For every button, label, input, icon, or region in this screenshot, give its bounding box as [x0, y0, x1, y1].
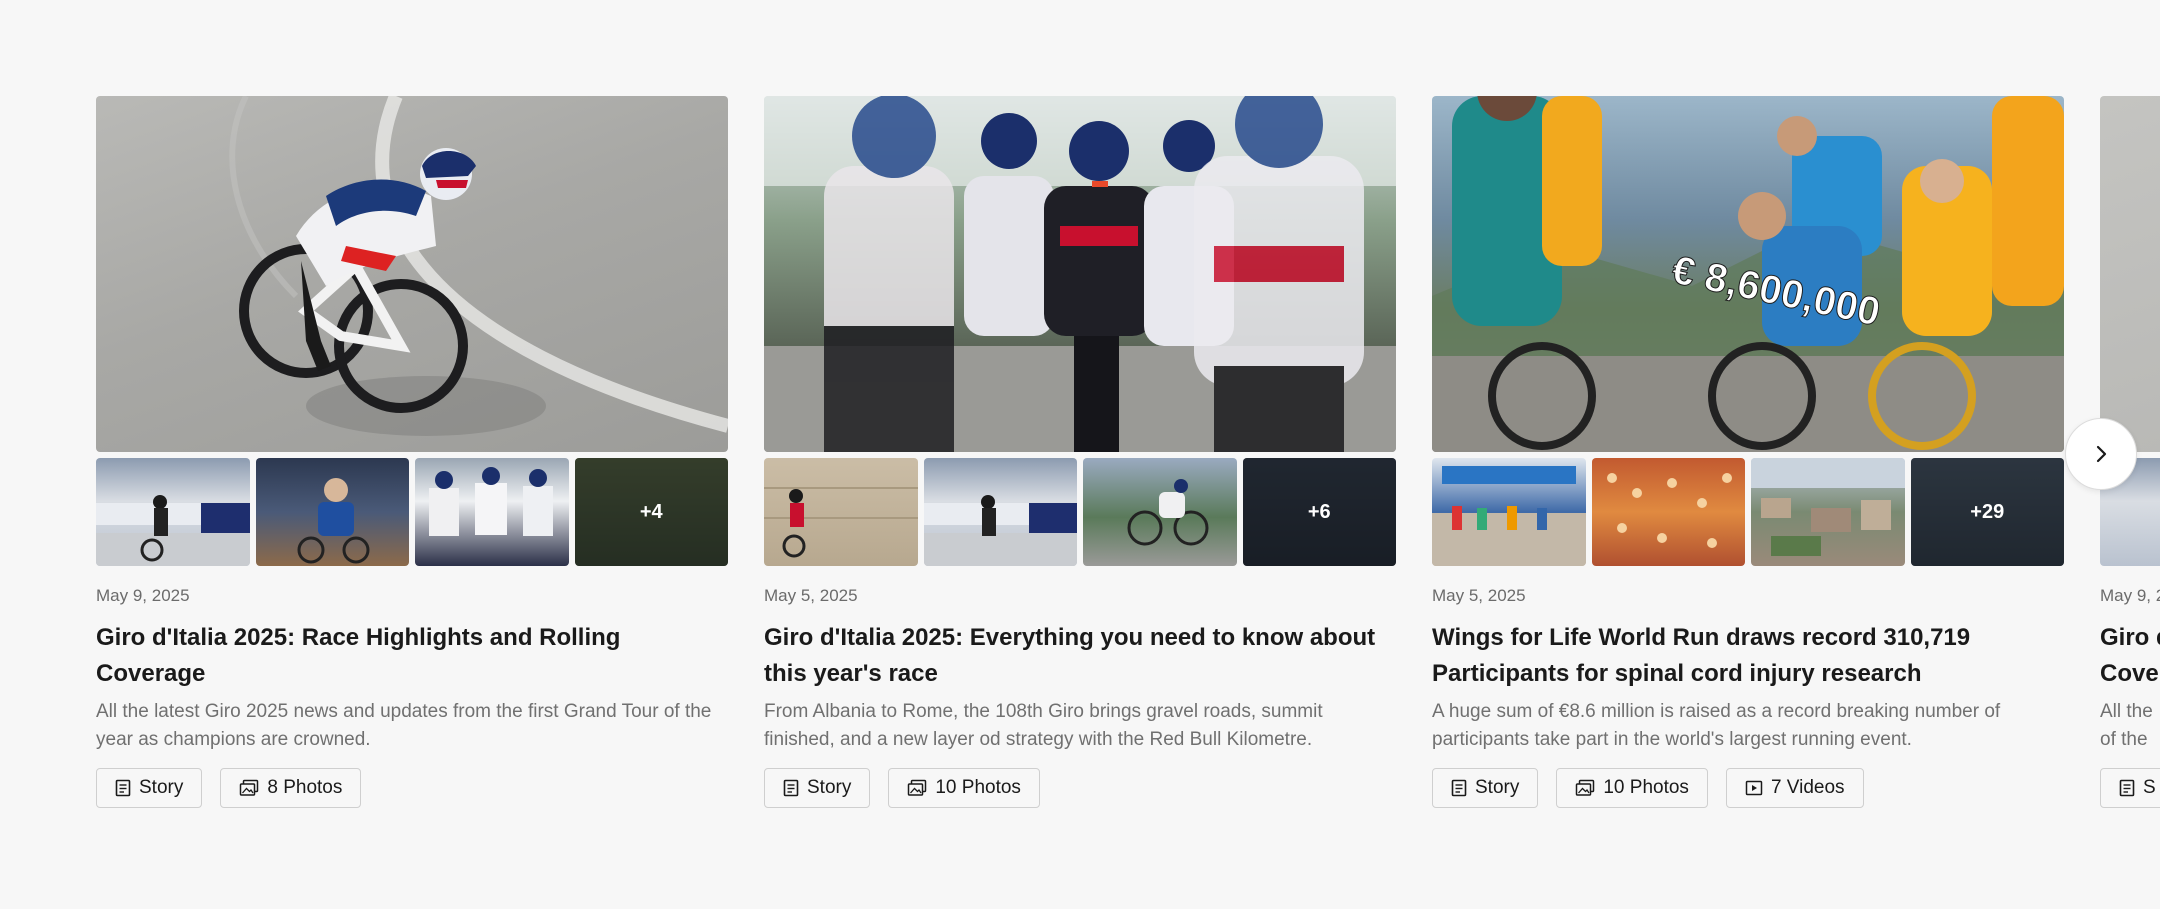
media-chips: Story 10 Photos 7 Videos: [1432, 768, 2064, 808]
chip-label: 10 Photos: [1603, 777, 1689, 798]
hero-image[interactable]: [764, 96, 1396, 452]
rider-portrait-image: [297, 478, 369, 564]
carousel-track: +4 May 9, 2025 Giro d'Italia 2025: Race …: [96, 96, 2160, 808]
story-title-line: Giro d: [2100, 624, 2160, 651]
media-chips: S: [2100, 768, 2160, 808]
photos-chip[interactable]: 8 Photos: [220, 768, 362, 808]
photos-icon: [908, 779, 927, 796]
story-description: All the latest Giro 2025 news and update…: [96, 701, 712, 750]
crowd-finish-image: [923, 495, 1077, 566]
hero-image[interactable]: [2100, 96, 2160, 452]
videos-chip[interactable]: 7 Videos: [1725, 768, 1864, 808]
thumbnail-image[interactable]: +6: [1242, 458, 1396, 566]
thumbnail-image[interactable]: [415, 458, 569, 566]
chip-label: 8 Photos: [267, 777, 343, 798]
thumbnail-image[interactable]: [1591, 458, 1745, 566]
story-chip[interactable]: S: [2100, 768, 2160, 808]
story-title[interactable]: Giro d Cove: [2100, 620, 2160, 692]
video-icon: [1745, 780, 1763, 796]
story-title[interactable]: Wings for Life World Run draws record 31…: [1432, 620, 2064, 692]
story-icon: [115, 779, 131, 797]
story-title-line: Cove: [2100, 660, 2159, 687]
story-date: May 9, 2025: [96, 586, 190, 605]
story-description-line: All the: [2100, 701, 2153, 722]
thumbnail-image[interactable]: [1432, 458, 1586, 566]
thumbnail-image[interactable]: [255, 458, 409, 566]
story-chip[interactable]: Story: [1432, 768, 1539, 808]
thumbnail-image[interactable]: [764, 458, 918, 566]
chip-label: 7 Videos: [1770, 777, 1845, 798]
story-chip[interactable]: Story: [96, 768, 203, 808]
story-carousel: +4 May 9, 2025 Giro d'Italia 2025: Race …: [0, 0, 2160, 909]
crowd-runners-image: [1606, 473, 1732, 548]
rider-countryside-image: [1127, 479, 1209, 546]
story-icon: [2119, 779, 2135, 797]
story-description: All the of the: [2100, 698, 2160, 754]
thumbnail-strip: +29: [1432, 458, 2064, 566]
hero-image[interactable]: [96, 96, 728, 452]
cyclist-descending-image: [229, 96, 728, 436]
media-chips: Story 10 Photos: [764, 768, 1396, 808]
more-photos-count: +6: [1242, 458, 1396, 566]
thumbnail-image[interactable]: +4: [574, 458, 728, 566]
thumbnail-image[interactable]: [1751, 458, 1905, 566]
chip-label: 10 Photos: [935, 777, 1021, 798]
media-chips: Story 8 Photos: [96, 768, 728, 808]
carousel-next-button[interactable]: [2065, 418, 2137, 490]
photos-icon: [240, 779, 259, 796]
story-description-line: of the: [2100, 729, 2148, 750]
story-card[interactable]: +4 May 9, 2025 Giro d'Italia 2025: Race …: [96, 96, 728, 808]
story-icon: [1451, 779, 1467, 797]
thumbnail-image[interactable]: +29: [1910, 458, 2064, 566]
story-title[interactable]: Giro d'Italia 2025: Everything you need …: [764, 620, 1396, 692]
rider-wall-image: [764, 487, 918, 558]
more-photos-count: +4: [574, 458, 728, 566]
race-start-image: [1432, 466, 1586, 566]
chip-label: Story: [807, 777, 852, 798]
celebration-wheelchair-image: € 8,600,000: [1432, 96, 2064, 452]
photos-icon: [1576, 779, 1595, 796]
story-date: May 9, 2: [2100, 586, 2160, 605]
peloton-group-image: [764, 96, 1396, 452]
crowd-finish-image: [96, 495, 250, 566]
story-description: From Albania to Rome, the 108th Giro bri…: [764, 701, 1323, 750]
chip-label: Story: [1475, 777, 1520, 798]
team-riders-image: [429, 467, 553, 536]
thumbnail-strip: +4: [96, 458, 728, 566]
hero-image[interactable]: € 8,600,000: [1432, 96, 2064, 452]
chip-label: S: [2143, 777, 2156, 798]
story-date: May 5, 2025: [1432, 586, 1526, 605]
story-chip[interactable]: Story: [764, 768, 871, 808]
photos-chip[interactable]: 10 Photos: [1556, 768, 1708, 808]
story-title[interactable]: Giro d'Italia 2025: Race Highlights and …: [96, 620, 728, 692]
thumbnail-image[interactable]: [1083, 458, 1237, 566]
story-description: A huge sum of €8.6 million is raised as …: [1432, 701, 2001, 750]
story-icon: [783, 779, 799, 797]
story-date: May 5, 2025: [764, 586, 858, 605]
chevron-right-icon: [2096, 445, 2107, 463]
chip-label: Story: [139, 777, 184, 798]
thumbnail-image[interactable]: [96, 458, 250, 566]
thumbnail-image[interactable]: [923, 458, 1077, 566]
city-aerial-image: [1751, 458, 1905, 556]
story-card[interactable]: € 8,600,000 +29 May 5, 2025 Wings for Li…: [1432, 96, 2064, 808]
thumbnail-strip: +6: [764, 458, 1396, 566]
photos-chip[interactable]: 10 Photos: [888, 768, 1040, 808]
story-card[interactable]: +6 May 5, 2025 Giro d'Italia 2025: Every…: [764, 96, 1396, 808]
more-photos-count: +29: [1910, 458, 2064, 566]
